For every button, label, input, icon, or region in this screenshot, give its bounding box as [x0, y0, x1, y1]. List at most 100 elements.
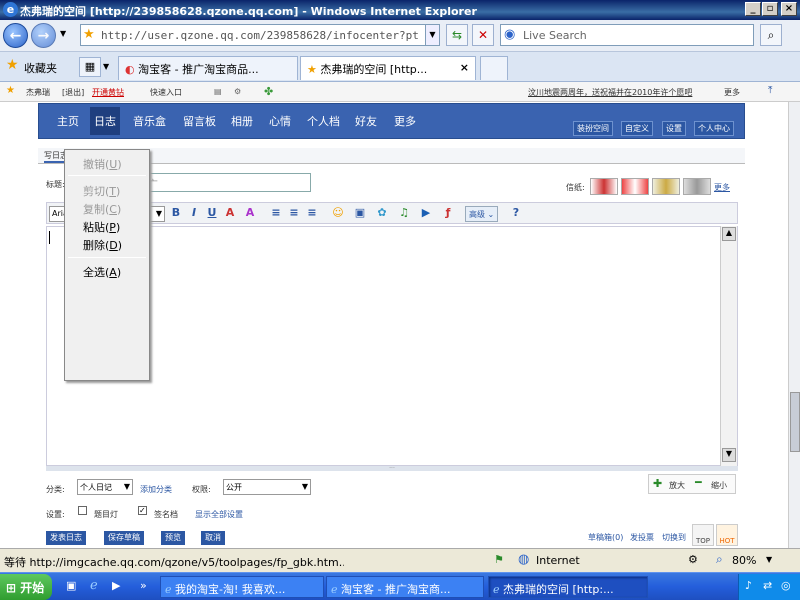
menu-copy[interactable]: 复制(C): [83, 201, 121, 217]
tab-list-icon[interactable]: ▼: [103, 62, 109, 71]
show-settings-link[interactable]: 显示全部设置: [195, 509, 243, 520]
shrink-label[interactable]: 缩小: [711, 480, 727, 491]
quick-entry[interactable]: 快速入口: [150, 87, 182, 98]
more-link[interactable]: 更多: [724, 87, 740, 98]
switch-link[interactable]: 切换到: [662, 532, 686, 543]
nav-guestbook[interactable]: 留言板: [183, 113, 216, 129]
search-button[interactable]: ⌕: [760, 24, 782, 46]
help-icon[interactable]: ?: [509, 206, 523, 220]
taskbar-item-qzone[interactable]: ℯ 杰弗瑞的空间 [http:...: [488, 576, 648, 598]
nav-album[interactable]: 相册: [231, 113, 253, 129]
advanced-button[interactable]: 高级 ⌄: [465, 206, 499, 222]
flash-icon[interactable]: ƒ: [441, 206, 455, 220]
editor-scroll-down-icon[interactable]: ▼: [722, 448, 736, 462]
image-icon[interactable]: ▣: [353, 206, 367, 220]
customize-button[interactable]: 自定义: [621, 121, 653, 136]
settings-icon[interactable]: ⚙: [234, 87, 241, 96]
paper-thumb-2[interactable]: [621, 178, 649, 195]
cancel-button[interactable]: 取消: [201, 531, 225, 545]
topic-checkbox[interactable]: [78, 506, 87, 515]
menu-paste[interactable]: 粘贴(P): [83, 219, 120, 235]
settings-button[interactable]: 设置: [662, 121, 686, 136]
minimize-button[interactable]: _: [745, 2, 761, 16]
zoom-level[interactable]: 80%: [732, 554, 756, 567]
nav-music[interactable]: 音乐盒: [133, 113, 166, 129]
favorites-label[interactable]: 收藏夹: [24, 60, 57, 76]
page-scrollbar[interactable]: [788, 102, 800, 548]
publish-button[interactable]: 发表日志: [46, 531, 86, 545]
editor-scrollbar[interactable]: ▲ ▼: [720, 226, 737, 466]
editor-resize-handle[interactable]: ···: [46, 466, 738, 472]
add-category-link[interactable]: 添加分类: [140, 484, 172, 495]
tab-close-icon[interactable]: ×: [460, 61, 469, 74]
taskbar-item-taobaoke[interactable]: ℯ 淘宝客 - 推广淘宝商...: [326, 576, 484, 598]
address-dropdown-icon[interactable]: ▼: [425, 25, 439, 45]
expand-label[interactable]: 放大: [669, 480, 685, 491]
tab-taobaoke[interactable]: ◐ 淘宝客 - 推广淘宝商品...: [118, 56, 298, 80]
paper-thumb-1[interactable]: [590, 178, 618, 195]
page-scroll-thumb[interactable]: [790, 392, 800, 452]
show-desktop-icon[interactable]: ▣: [66, 579, 76, 592]
hot-button[interactable]: HOT: [716, 524, 738, 546]
music-icon[interactable]: ♫: [397, 206, 411, 220]
forward-button[interactable]: →: [31, 23, 56, 48]
preview-button[interactable]: 预览: [161, 531, 185, 545]
nav-friends[interactable]: 好友: [355, 113, 377, 129]
address-field[interactable]: ★ http://user.qzone.qq.com/239858628/inf…: [80, 24, 440, 46]
protected-mode-icon[interactable]: ⚙: [688, 553, 698, 566]
album-icon[interactable]: ✿: [375, 206, 389, 220]
menu-undo[interactable]: 撤销(U): [83, 156, 122, 172]
menu-cut[interactable]: 剪切(T): [83, 183, 120, 199]
pin-icon[interactable]: ⤒: [768, 85, 772, 96]
emoticon-icon[interactable]: ☺: [331, 206, 345, 220]
user-name[interactable]: 杰弗瑞: [26, 87, 50, 98]
align-left-icon[interactable]: ≡: [269, 206, 283, 220]
taskbar-item-taobao[interactable]: ℯ 我的淘宝-淘! 我喜欢...: [160, 576, 324, 598]
bold-icon[interactable]: B: [169, 206, 183, 220]
underline-icon[interactable]: U: [205, 206, 219, 220]
nav-home[interactable]: 主页: [57, 113, 79, 129]
vote-link[interactable]: 发投票: [630, 532, 654, 543]
decorate-button[interactable]: 装扮空间: [573, 121, 613, 136]
paper-more-link[interactable]: 更多: [714, 182, 730, 193]
sign-checkbox[interactable]: ✓: [138, 506, 147, 515]
personal-center-button[interactable]: 个人中心: [694, 121, 734, 136]
logout-link[interactable]: [退出]: [62, 87, 84, 98]
zoom-dropdown-icon[interactable]: ▼: [766, 555, 772, 564]
nav-blog[interactable]: 日志: [90, 107, 120, 135]
italic-icon[interactable]: I: [187, 206, 201, 220]
nav-profile[interactable]: 个人档: [307, 113, 340, 129]
expand-icon[interactable]: ✚: [653, 477, 662, 490]
editor-scroll-up-icon[interactable]: ▲: [722, 227, 736, 241]
stop-button[interactable]: ✕: [472, 24, 494, 46]
shrink-icon[interactable]: ━: [695, 476, 702, 489]
history-dropdown-icon[interactable]: ▼: [60, 29, 66, 38]
save-draft-button[interactable]: 保存草稿: [104, 531, 144, 545]
permission-select[interactable]: 公开 ▼: [223, 479, 311, 495]
align-center-icon[interactable]: ≡: [287, 206, 301, 220]
nav-mood[interactable]: 心情: [269, 113, 291, 129]
quicklaunch-more-icon[interactable]: »: [140, 579, 147, 592]
close-button[interactable]: ×: [781, 2, 797, 16]
align-right-icon[interactable]: ≡: [305, 206, 319, 220]
volume-icon[interactable]: ♪: [745, 579, 752, 592]
paper-thumb-3[interactable]: [652, 178, 680, 195]
network-icon[interactable]: ⇄: [763, 579, 772, 592]
top-button[interactable]: TOP: [692, 524, 714, 546]
menu-select-all[interactable]: 全选(A): [83, 264, 121, 280]
refresh-button[interactable]: ⇆: [446, 24, 468, 46]
nav-more[interactable]: 更多: [394, 113, 416, 129]
media-quicklaunch-icon[interactable]: ▶: [112, 579, 120, 592]
notice-link[interactable]: 汶川地震两周年，送祝福并在2010年许个愿吧: [528, 87, 692, 98]
tray-app-icon[interactable]: ◎: [781, 579, 791, 592]
doc-icon[interactable]: ▤: [214, 87, 222, 96]
ie-quicklaunch-icon[interactable]: ℯ: [90, 578, 98, 593]
highlight-icon[interactable]: A: [243, 206, 257, 220]
back-button[interactable]: ←: [3, 23, 28, 48]
new-tab-button[interactable]: [480, 56, 508, 80]
maximize-button[interactable]: ▫: [762, 2, 778, 16]
paper-thumb-4[interactable]: [683, 178, 711, 195]
zoom-icon[interactable]: ⌕: [716, 552, 723, 567]
open-vip-link[interactable]: 开通黄钻: [92, 87, 124, 98]
tab-qzone[interactable]: ★ 杰弗瑞的空间 [http... ×: [300, 56, 476, 80]
